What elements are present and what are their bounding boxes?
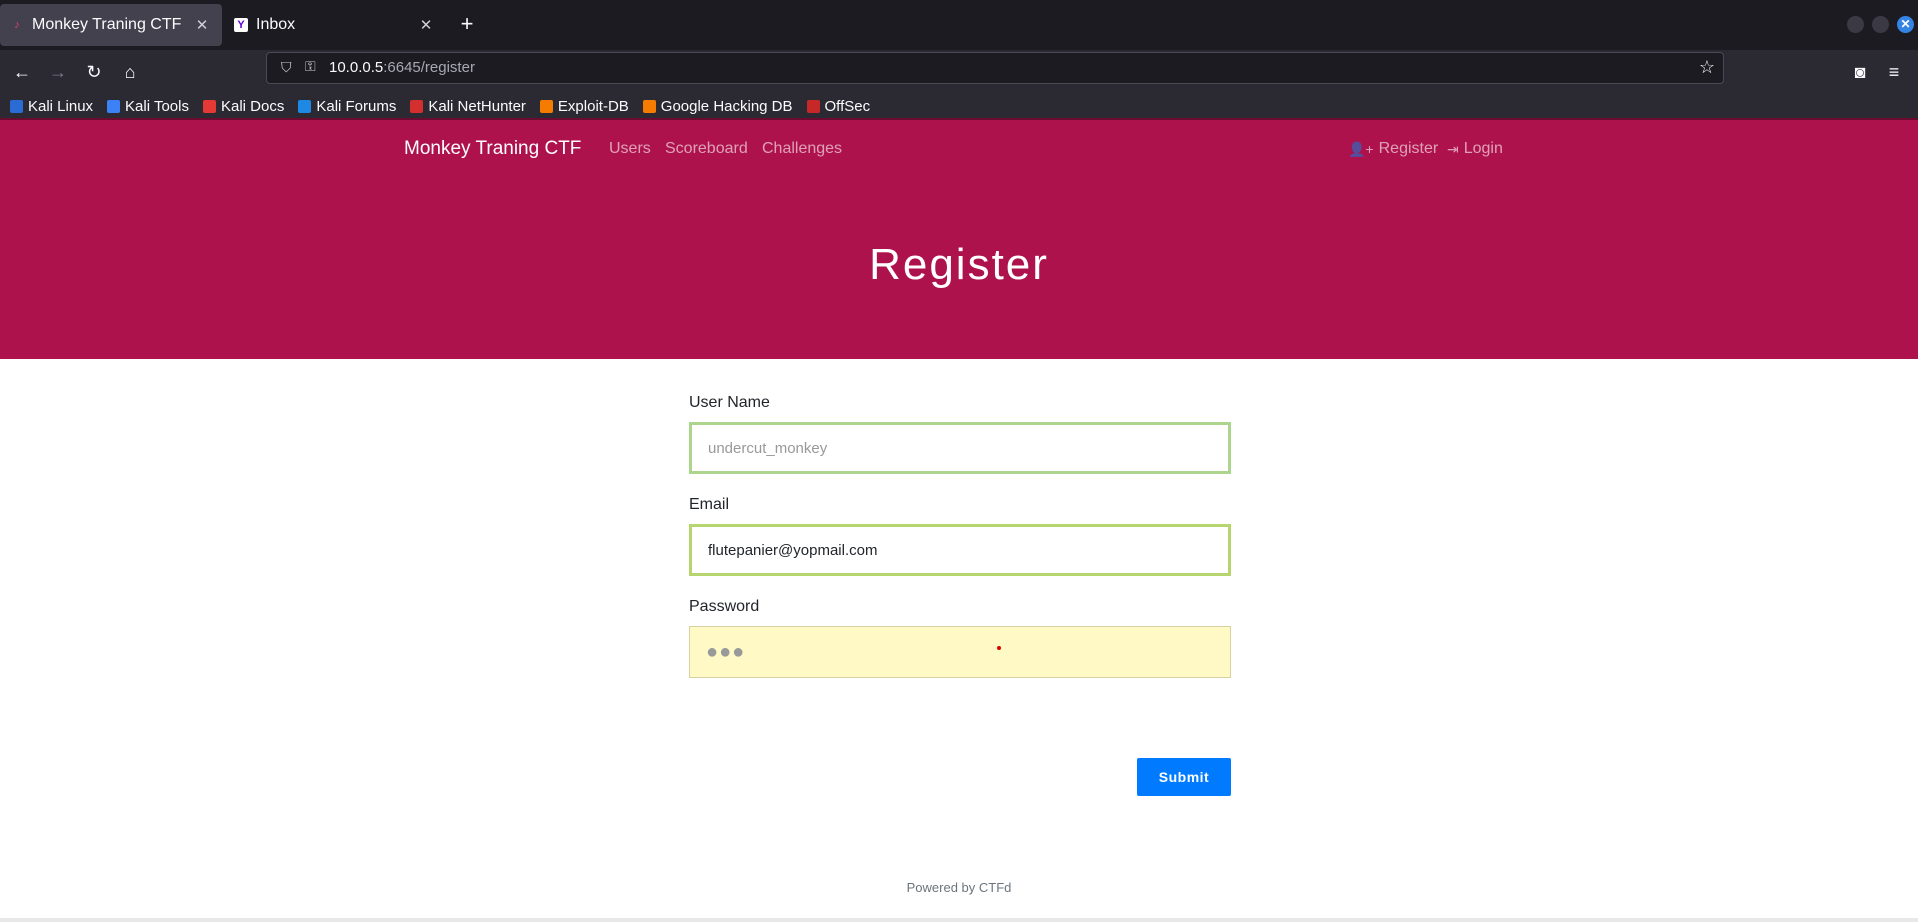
bottom-strip [0, 918, 1918, 922]
bookmark-label: OffSec [824, 97, 871, 115]
bookmark-label: Kali Docs [220, 97, 285, 115]
username-input[interactable]: undercut_monkey [689, 422, 1231, 474]
nav-register[interactable]: 👤+ Register [1348, 140, 1438, 158]
tab-inbox[interactable]: Y Inbox ✕ [224, 4, 446, 46]
password-label: Password [689, 598, 760, 615]
maximize-button[interactable] [1872, 16, 1889, 33]
footer-powered-by[interactable]: Powered by CTFd [0, 880, 1918, 895]
bookmark-exploit-db[interactable]: Exploit-DB [539, 97, 629, 115]
site-info-icon[interactable]: ⚿ [305, 58, 321, 76]
ghdb-icon [642, 99, 656, 113]
browser-tab-bar: ♪ Monkey Traning CTF ✕ Y Inbox ✕ + ✕ [0, 0, 1918, 50]
nethunter-icon [410, 99, 424, 113]
bookmark-kali-docs[interactable]: Kali Docs [202, 97, 285, 115]
username-label: User Name [689, 394, 770, 411]
hero-header: Monkey Traning CTF Users Scoreboard Chal… [0, 118, 1918, 359]
page-title: Register [869, 240, 1049, 289]
tab-title: Inbox [256, 16, 296, 33]
close-window-button[interactable]: ✕ [1897, 16, 1914, 33]
ctfd-favicon-icon: ♪ [14, 19, 20, 31]
password-input[interactable]: ●●● [689, 626, 1231, 678]
email-value: flutepanier@yopmail.com [708, 541, 878, 559]
username-placeholder: undercut_monkey [708, 439, 828, 457]
bookmark-kali-forums[interactable]: Kali Forums [298, 98, 396, 115]
close-tab-icon[interactable]: ✕ [416, 16, 436, 34]
bookmarks-bar: Kali Linux Kali Tools Kali Docs Kali For… [0, 94, 1918, 118]
yahoo-favicon-icon: Y [234, 18, 248, 32]
tracking-shield-icon[interactable]: ⛉ [281, 59, 297, 77]
url-host: 10.0.0.5 [329, 59, 384, 76]
bookmark-offsec[interactable]: OffSec [806, 97, 871, 115]
sign-in-icon: ⇥ [1447, 140, 1459, 157]
bookmark-star-icon[interactable]: ☆ [1699, 57, 1715, 78]
email-label: Email [689, 496, 730, 513]
bookmark-label: Kali Linux [28, 97, 94, 115]
bookmark-label: Kali Forums [316, 97, 397, 115]
kali-dragon-icon [10, 99, 23, 113]
nav-register-label: Register [1378, 140, 1439, 157]
password-mask: ●●● [706, 640, 746, 663]
kali-tools-icon [107, 99, 121, 113]
nav-scoreboard[interactable]: Scoreboard [665, 140, 748, 158]
minimize-button[interactable] [1847, 16, 1864, 33]
submit-button[interactable]: Submit [1137, 758, 1231, 796]
new-tab-button[interactable]: + [454, 12, 480, 38]
address-bar[interactable]: ⛉ ⚿ 10.0.0.5:6645/register ☆ [266, 52, 1724, 84]
bookmark-label: Exploit-DB [557, 97, 629, 115]
web-page: Monkey Traning CTF Users Scoreboard Chal… [0, 118, 1918, 922]
user-plus-icon: 👤+ [1348, 140, 1374, 157]
kali-forums-icon [298, 99, 312, 113]
nav-users[interactable]: Users [609, 140, 651, 158]
email-input[interactable]: flutepanier@yopmail.com [689, 524, 1231, 576]
bookmark-google-hacking-db[interactable]: Google Hacking DB [642, 97, 793, 115]
register-form: User Name undercut_monkey Email flutepan… [689, 394, 1231, 796]
cursor-dot [997, 646, 1001, 650]
site-brand[interactable]: Monkey Traning CTF [404, 138, 581, 160]
bookmark-kali-nethunter[interactable]: Kali NetHunter [410, 98, 526, 115]
menu-icon[interactable]: ≡ [1880, 58, 1908, 86]
pocket-icon[interactable]: ◙ [1846, 58, 1874, 86]
bookmark-kali-linux[interactable]: Kali Linux [10, 98, 93, 115]
nav-login-label: Login [1463, 140, 1503, 157]
bookmark-kali-tools[interactable]: Kali Tools [107, 98, 189, 115]
close-tab-icon[interactable]: ✕ [192, 16, 212, 34]
reload-icon[interactable]: ↻ [80, 58, 108, 86]
kali-docs-icon [202, 99, 216, 113]
window-controls: ✕ [1847, 16, 1914, 33]
back-arrow-icon[interactable]: ← [8, 58, 36, 86]
bookmark-label: Google Hacking DB [660, 97, 793, 115]
url-path: :6645/register [383, 59, 475, 76]
url-text[interactable]: 10.0.0.5:6645/register [329, 59, 475, 76]
bookmark-label: Kali Tools [125, 97, 189, 115]
bookmark-label: Kali NetHunter [428, 97, 526, 115]
tab-title: Monkey Traning CTF [32, 16, 182, 33]
nav-challenges[interactable]: Challenges [762, 140, 842, 158]
forward-arrow-icon[interactable]: → [44, 58, 72, 86]
tab-monkey-traning-ctf[interactable]: ♪ Monkey Traning CTF ✕ [0, 4, 222, 46]
offsec-icon [806, 99, 820, 113]
nav-login[interactable]: ⇥ Login [1447, 140, 1503, 158]
exploitdb-icon [539, 99, 553, 113]
home-icon[interactable]: ⌂ [116, 58, 144, 86]
